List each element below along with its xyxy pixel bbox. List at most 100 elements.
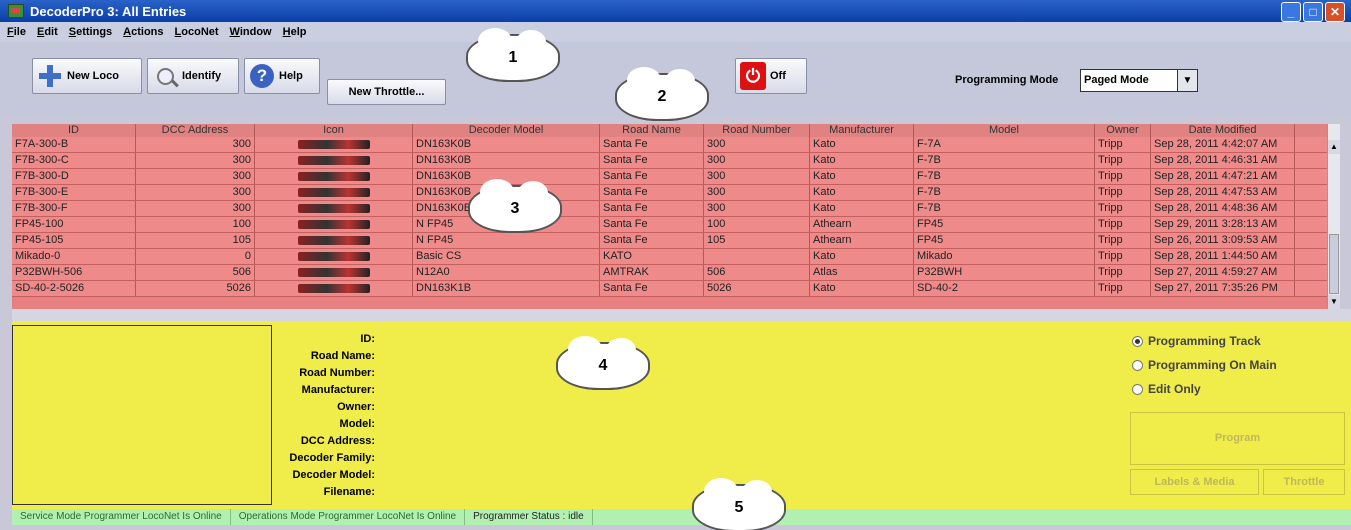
detail-label-manufacturer: Manufacturer: xyxy=(301,384,375,396)
callout-2: 2 xyxy=(617,67,707,119)
loco-icon xyxy=(255,185,413,200)
menu-actions[interactable]: Actions xyxy=(123,26,163,38)
radio-programming-track[interactable]: Programming Track xyxy=(1132,329,1277,353)
column-header-owner[interactable]: Owner xyxy=(1095,124,1151,137)
service-mode-status: Service Mode Programmer LocoNet Is Onlin… xyxy=(12,509,231,525)
radio-label: Edit Only xyxy=(1148,382,1201,396)
programming-mode-select[interactable]: Paged Mode ▼ xyxy=(1080,69,1198,92)
menu-help[interactable]: Help xyxy=(283,26,307,38)
table-cell: Santa Fe xyxy=(600,137,704,152)
loco-icon xyxy=(255,201,413,216)
status-bar: Service Mode Programmer LocoNet Is Onlin… xyxy=(12,509,1351,525)
detail-label-decoder-family: Decoder Family: xyxy=(289,452,375,464)
table-cell: Tripp xyxy=(1095,265,1151,280)
detail-label-road-name: Road Name: xyxy=(310,350,375,362)
new-throttle-button[interactable]: New Throttle... xyxy=(327,79,446,105)
scroll-thumb[interactable] xyxy=(1329,234,1339,294)
table-cell: Sep 27, 2011 7:35:26 PM xyxy=(1151,281,1295,296)
table-cell: 300 xyxy=(136,185,255,200)
menu-window[interactable]: Window xyxy=(230,26,272,38)
table-cell: Sep 27, 2011 4:59:27 AM xyxy=(1151,265,1295,280)
new-loco-button[interactable]: New Loco xyxy=(32,58,142,94)
radio-programming-on-main[interactable]: Programming On Main xyxy=(1132,353,1277,377)
table-cell: SD-40-2 xyxy=(914,281,1095,296)
table-cell: 300 xyxy=(704,137,810,152)
table-cell: F7B-300-D xyxy=(12,169,136,184)
table-row[interactable]: F7B-300-C 300 DN163K0B Santa Fe 300 Kato F-7B T… xyxy=(12,153,1339,169)
table-cell: Tripp xyxy=(1095,137,1151,152)
loco-icon xyxy=(255,169,413,184)
program-button[interactable]: Program xyxy=(1130,412,1345,465)
table-row[interactable]: Mikado-0 0 Basic CS KATO Kato Mikado Tripp Sep … xyxy=(12,249,1339,265)
table-scrollbar[interactable]: ▲ ▼ xyxy=(1327,124,1340,309)
chevron-down-icon[interactable]: ▼ xyxy=(1177,70,1197,91)
minimize-button[interactable]: _ xyxy=(1281,2,1301,22)
column-header-manufacturer[interactable]: Manufacturer xyxy=(810,124,914,137)
detail-label-id: ID: xyxy=(360,333,375,345)
table-cell: 300 xyxy=(136,169,255,184)
throttle-button[interactable]: Throttle xyxy=(1263,469,1345,495)
maximize-button[interactable]: □ xyxy=(1303,2,1323,22)
column-header-date-modified[interactable]: Date Modified xyxy=(1151,124,1295,137)
column-header-model[interactable]: Model xyxy=(914,124,1095,137)
programming-options: Programming Track Programming On Main Ed… xyxy=(1132,329,1277,401)
power-button[interactable]: ⏻ Off xyxy=(735,58,807,94)
table-row[interactable]: SD-40-2-5026 5026 DN163K1B Santa Fe 5026 Kato… xyxy=(12,281,1339,297)
table-row[interactable]: FP45-105 105 N FP45 Santa Fe 105 Athearn FP45 T… xyxy=(12,233,1339,249)
loco-icon xyxy=(255,249,413,264)
table-header: ID DCC Address Icon Decoder Model Road N… xyxy=(12,124,1339,137)
title-bar: DecoderPro 3: All Entries _ □ ✕ xyxy=(0,0,1351,22)
column-header-road-number[interactable]: Road Number xyxy=(704,124,810,137)
menu-file[interactable]: File xyxy=(7,26,26,38)
table-row[interactable]: F7B-300-E 300 DN163K0B Santa Fe 300 Kato F-7B T… xyxy=(12,185,1339,201)
table-cell: Santa Fe xyxy=(600,281,704,296)
window-title: DecoderPro 3: All Entries xyxy=(30,3,187,19)
table-cell: 5026 xyxy=(136,281,255,296)
detail-label-model: Model: xyxy=(339,418,375,430)
radio-icon xyxy=(1132,383,1143,395)
radio-selected-icon xyxy=(1132,335,1143,347)
table-cell: Kato xyxy=(810,169,914,184)
scroll-up-icon[interactable]: ▲ xyxy=(1328,140,1340,154)
radio-edit-only[interactable]: Edit Only xyxy=(1132,377,1277,401)
table-cell: Tripp xyxy=(1095,169,1151,184)
table-row[interactable]: F7B-300-F 300 DN163K0B Santa Fe 300 Kato F-7B T… xyxy=(12,201,1339,217)
scroll-down-icon[interactable]: ▼ xyxy=(1328,295,1340,309)
table-cell: 300 xyxy=(136,201,255,216)
table-row[interactable]: FP45-100 100 N FP45 Santa Fe 100 Athearn FP45 T… xyxy=(12,217,1339,233)
column-header-decoder-model[interactable]: Decoder Model xyxy=(413,124,600,137)
power-label: Off xyxy=(770,70,786,82)
identify-button[interactable]: Identify xyxy=(147,58,239,94)
table-cell: Santa Fe xyxy=(600,217,704,232)
detail-labels: ID: Road Name: Road Number: Manufacturer… xyxy=(280,331,375,501)
table-row[interactable]: P32BWH-506 506 N12A0 AMTRAK 506 Atlas P32BWH Tr… xyxy=(12,265,1339,281)
table-cell: Mikado-0 xyxy=(12,249,136,264)
menu-settings[interactable]: Settings xyxy=(69,26,112,38)
column-header-id[interactable]: ID xyxy=(12,124,136,137)
menu-loconet[interactable]: LocoNet xyxy=(175,26,219,38)
table-cell: Tripp xyxy=(1095,185,1151,200)
help-button[interactable]: ? Help xyxy=(244,58,320,94)
loco-image-box xyxy=(12,325,272,505)
close-button[interactable]: ✕ xyxy=(1325,2,1345,22)
table-cell: N FP45 xyxy=(413,233,600,248)
plus-icon xyxy=(39,65,61,87)
labels-media-button[interactable]: Labels & Media xyxy=(1130,469,1259,495)
table-row[interactable]: F7A-300-B 300 DN163K0B Santa Fe 300 Kato F-7A T… xyxy=(12,137,1339,153)
column-header-dcc-address[interactable]: DCC Address xyxy=(136,124,255,137)
table-cell: Sep 29, 2011 3:28:13 AM xyxy=(1151,217,1295,232)
loco-icon xyxy=(255,265,413,280)
identify-label: Identify xyxy=(182,70,222,82)
table-cell: 300 xyxy=(136,137,255,152)
column-header-road-name[interactable]: Road Name xyxy=(600,124,704,137)
callout-4: 4 xyxy=(558,336,648,388)
table-row[interactable]: F7B-300-D 300 DN163K0B Santa Fe 300 Kato F-7B T… xyxy=(12,169,1339,185)
radio-label: Programming Track xyxy=(1148,334,1261,348)
split-pane-divider[interactable] xyxy=(12,309,1351,321)
menu-bar: File Edit Settings Actions LocoNet Windo… xyxy=(0,22,1351,42)
table-cell: 105 xyxy=(136,233,255,248)
menu-edit[interactable]: Edit xyxy=(37,26,58,38)
table-cell: 300 xyxy=(704,169,810,184)
column-header-icon[interactable]: Icon xyxy=(255,124,413,137)
radio-label: Programming On Main xyxy=(1148,358,1277,372)
